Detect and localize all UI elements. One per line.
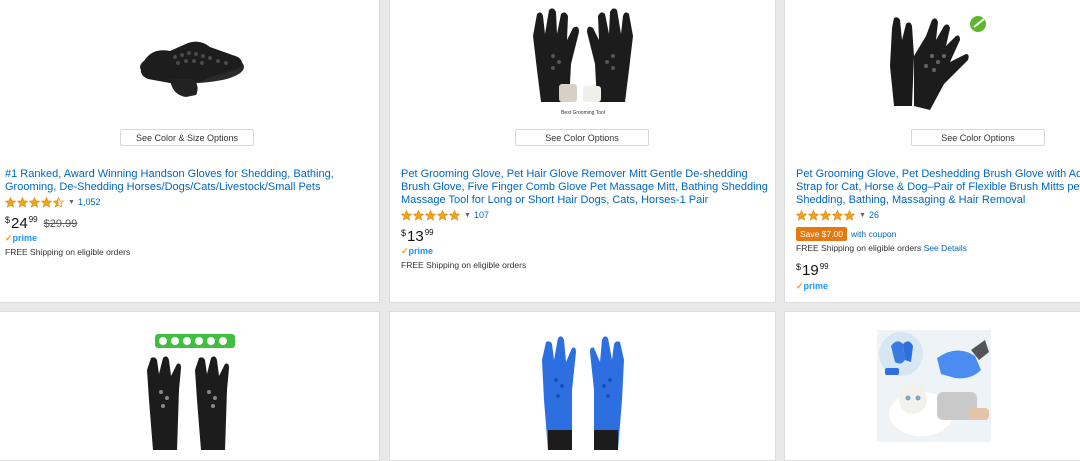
image-caption: Best Grooming Tool: [561, 110, 605, 116]
product-card[interactable]: [0, 311, 380, 461]
shipping-label: FREE Shipping on eligible orders: [796, 243, 922, 253]
title-line: Brush Glove, Five Finger Comb Glove Pet …: [401, 181, 768, 193]
price: $ 24 99 $29.99: [5, 215, 77, 235]
price-fraction: 99: [28, 215, 38, 224]
coupon-badge[interactable]: Save $7.00: [796, 227, 848, 241]
price-currency: $: [401, 228, 407, 238]
list-price: $29.99: [43, 218, 78, 230]
product-card[interactable]: [784, 311, 1080, 461]
price-whole: 19: [802, 262, 819, 279]
star-icon: [413, 209, 424, 221]
product-title-link[interactable]: Pet Grooming Glove, Pet Hair Glove Remov…: [401, 168, 775, 207]
product-image[interactable]: [0, 0, 379, 124]
product-image[interactable]: [0, 330, 379, 450]
title-line: Grooming, De-Shedding Horses/Dogs/Cats/L…: [5, 181, 321, 193]
star-icon: [449, 209, 460, 221]
coupon-row[interactable]: Save $7.00 with coupon: [796, 227, 896, 241]
shipping-text: FREE Shipping on eligible orders: [5, 247, 131, 257]
shipping-text: FREE Shipping on eligible orders: [401, 260, 527, 270]
price-fraction: 99: [819, 262, 829, 271]
product-image[interactable]: [390, 330, 775, 450]
price-whole: 24: [11, 215, 28, 232]
prime-badge: ✓prime: [796, 281, 828, 292]
blue-glove-cat-photo-icon: [877, 330, 991, 442]
product-card[interactable]: Best Grooming Tool See Color Options Pet…: [389, 0, 776, 303]
price: $ 19 99: [796, 262, 829, 282]
price-currency: $: [5, 215, 11, 225]
prime-check-icon: ✓: [796, 281, 804, 291]
title-line: Strap for Cat, Horse & Dog–Pair of Flexi…: [796, 181, 1080, 193]
star-icon: [41, 196, 52, 208]
review-count-link[interactable]: 26: [869, 210, 879, 220]
star-rating[interactable]: [401, 209, 461, 221]
black-rubber-glove-icon: [139, 41, 244, 97]
star-icon: [53, 196, 64, 208]
see-options-button[interactable]: See Color Options: [911, 129, 1045, 146]
product-card[interactable]: See Color Options Pet Grooming Glove, Pe…: [784, 0, 1080, 303]
product-image[interactable]: [785, 330, 1080, 450]
title-line: #1 Ranked, Award Winning Handson Gloves …: [5, 168, 334, 180]
star-icon: [820, 209, 831, 221]
prime-label: prime: [408, 246, 434, 256]
star-rating[interactable]: [796, 209, 856, 221]
star-icon: [17, 196, 28, 208]
prime-label: prime: [803, 281, 829, 291]
star-icon: [29, 196, 40, 208]
star-icon: [844, 209, 855, 221]
product-card[interactable]: [389, 311, 776, 461]
rating-row[interactable]: ▼ 107: [401, 209, 489, 221]
deshedding-glove-pair-icon: [890, 16, 986, 110]
coupon-link[interactable]: with coupon: [851, 229, 896, 239]
title-line: Pet Grooming Glove, Pet Deshedding Brush…: [796, 168, 1080, 180]
blue-grooming-gloves-icon: [541, 336, 624, 450]
star-icon: [796, 209, 807, 221]
shipping-text: FREE Shipping on eligible orders See Det…: [796, 243, 967, 253]
prime-check-icon: ✓: [5, 233, 13, 243]
chevron-down-icon[interactable]: ▼: [68, 199, 75, 206]
chevron-down-icon[interactable]: ▼: [464, 212, 471, 219]
product-title-link[interactable]: #1 Ranked, Award Winning Handson Gloves …: [5, 168, 379, 194]
prime-label: prime: [12, 233, 38, 243]
star-icon: [401, 209, 412, 221]
product-title-link[interactable]: Pet Grooming Glove, Pet Deshedding Brush…: [796, 168, 1080, 207]
star-rating[interactable]: [5, 196, 65, 208]
product-image[interactable]: Best Grooming Tool: [390, 0, 775, 124]
prime-badge: ✓prime: [401, 246, 433, 257]
chevron-down-icon[interactable]: ▼: [859, 212, 866, 219]
star-icon: [437, 209, 448, 221]
star-icon: [5, 196, 16, 208]
rating-row[interactable]: ▼ 1,052: [5, 196, 100, 208]
title-line: Shedding, Bathing, Massaging & Hair Remo…: [796, 194, 1026, 206]
price-whole: 13: [407, 228, 424, 245]
star-icon: [832, 209, 843, 221]
star-icon: [425, 209, 436, 221]
see-details-link[interactable]: See Details: [924, 243, 967, 253]
grooming-gloves-with-icons-icon: [146, 334, 235, 450]
see-options-button[interactable]: See Color & Size Options: [120, 129, 254, 146]
title-line: Massage Tool for Long or Short Hair Dogs…: [401, 194, 709, 206]
price-currency: $: [796, 262, 802, 272]
prime-check-icon: ✓: [401, 246, 409, 256]
title-line: Pet Grooming Glove, Pet Hair Glove Remov…: [401, 168, 748, 180]
review-count-link[interactable]: 1,052: [78, 197, 101, 207]
star-icon: [808, 209, 819, 221]
price-fraction: 99: [424, 228, 434, 237]
product-image[interactable]: [785, 0, 1080, 124]
see-options-button[interactable]: See Color Options: [515, 129, 649, 146]
price: $ 13 99: [401, 228, 434, 248]
rating-row[interactable]: ▼ 26: [796, 209, 879, 221]
prime-badge: ✓prime: [5, 233, 37, 244]
pet-grooming-glove-pair-icon: Best Grooming Tool: [532, 8, 633, 116]
review-count-link[interactable]: 107: [474, 210, 489, 220]
product-card[interactable]: See Color & Size Options #1 Ranked, Awar…: [0, 0, 380, 303]
